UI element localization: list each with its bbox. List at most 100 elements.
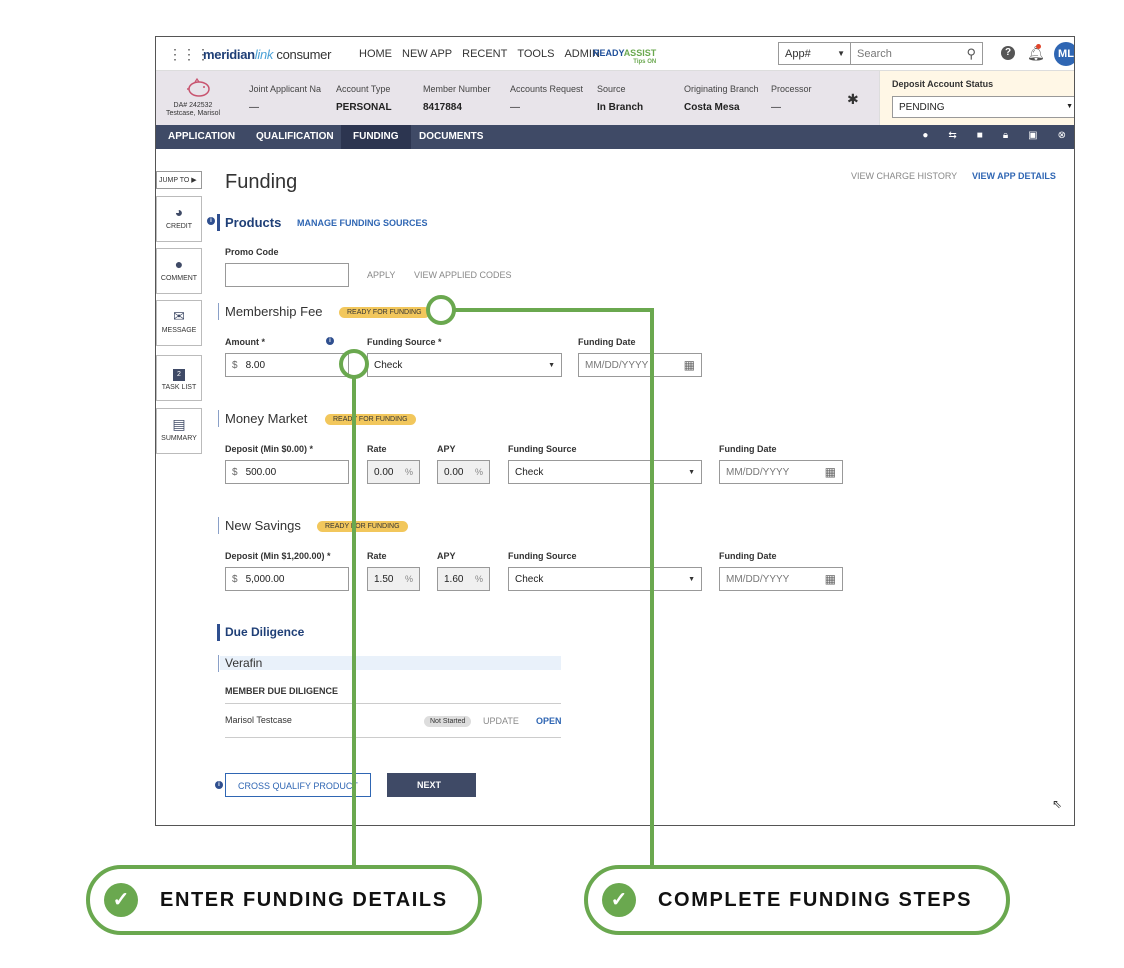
section-marker bbox=[218, 410, 219, 427]
section-marker bbox=[218, 303, 219, 320]
cross-qualify-button[interactable]: CROSS QUALIFY PRODUCT bbox=[225, 773, 371, 797]
rail-summary-button[interactable]: ▤ SUMMARY bbox=[156, 408, 202, 454]
nav-tools[interactable]: TOOLS bbox=[517, 48, 554, 60]
membership-amount-value: 8.00 bbox=[245, 360, 266, 371]
view-app-details-link[interactable]: VIEW APP DETAILS bbox=[972, 171, 1056, 181]
nav-recent[interactable]: RECENT bbox=[462, 48, 507, 60]
nav-home[interactable]: HOME bbox=[359, 48, 392, 60]
update-button[interactable]: UPDATE bbox=[483, 716, 519, 726]
tab-funding[interactable]: FUNDING bbox=[341, 125, 411, 149]
divider bbox=[225, 703, 561, 704]
jump-to-button[interactable]: JUMP TO ▶ bbox=[156, 171, 202, 189]
new-savings-rate-field: 1.50% bbox=[367, 567, 420, 591]
membership-funding-date-input[interactable]: MM/DD/YYYY ▦ bbox=[578, 353, 702, 377]
new-savings-funding-source-value: Check bbox=[515, 574, 544, 585]
tab-qualification[interactable]: QUALIFICATION bbox=[256, 131, 334, 142]
calendar-icon[interactable]: ▦ bbox=[825, 572, 836, 586]
header-label-account-type: Account Type bbox=[336, 84, 391, 94]
gear-icon[interactable]: ✱ bbox=[847, 91, 859, 108]
promo-code-input[interactable] bbox=[225, 263, 349, 287]
deposit-status-label: Deposit Account Status bbox=[892, 79, 994, 89]
logo[interactable]: meridianlink consumer bbox=[203, 47, 331, 62]
tips-status: Tips ON bbox=[633, 59, 657, 65]
status-badge: READY FOR FUNDING bbox=[325, 414, 416, 425]
section-marker bbox=[218, 655, 219, 672]
membership-amount-input[interactable]: $8.00 bbox=[225, 353, 349, 377]
apply-button[interactable]: APPLY bbox=[367, 270, 395, 280]
new-savings-funding-date-input[interactable]: MM/DD/YYYY ▦ bbox=[719, 567, 843, 591]
transfer-icon[interactable]: ⇆ bbox=[948, 130, 956, 141]
branch-icon[interactable]: ■ bbox=[977, 130, 983, 141]
percent-suffix: % bbox=[474, 467, 483, 477]
header-label-source: Source bbox=[597, 84, 626, 94]
envelope-icon: ✉ bbox=[173, 308, 185, 324]
calendar-icon[interactable]: ▦ bbox=[825, 465, 836, 479]
da-id: DA# 242532 Testcase, Marisol bbox=[156, 102, 230, 118]
deposit-status-select[interactable]: PENDING ▼ bbox=[892, 96, 1074, 118]
chevron-down-icon: ▼ bbox=[837, 49, 845, 58]
new-savings-funding-source-select[interactable]: Check ▼ bbox=[508, 567, 702, 591]
close-icon[interactable]: ⊗ bbox=[1058, 130, 1066, 141]
avatar[interactable]: ML bbox=[1054, 42, 1074, 66]
search-icon[interactable]: ⚲ bbox=[966, 46, 976, 62]
callout-complete-funding-steps: ✓ COMPLETE FUNDING STEPS bbox=[584, 865, 1010, 935]
new-savings-apy-field: 1.60% bbox=[437, 567, 490, 591]
status-badge: READY FOR FUNDING bbox=[317, 521, 408, 532]
apy-label: APY bbox=[437, 444, 456, 454]
person-icon[interactable]: ● bbox=[922, 130, 928, 141]
section-marker bbox=[218, 517, 219, 534]
page-title: Funding bbox=[225, 171, 298, 193]
deposit-label: Deposit (Min $0.00) * bbox=[225, 444, 314, 454]
header-value-accounts-requested: — bbox=[510, 102, 520, 113]
view-charge-history-link[interactable]: VIEW CHARGE HISTORY bbox=[851, 171, 957, 181]
manage-funding-sources-link[interactable]: MANAGE FUNDING SOURCES bbox=[297, 218, 428, 228]
rate-value: 1.50 bbox=[374, 574, 394, 585]
app-select-value: App# bbox=[785, 48, 811, 60]
app-number-select[interactable]: App# ▼ bbox=[778, 42, 851, 65]
date-placeholder: MM/DD/YYYY bbox=[726, 574, 790, 585]
deposit-status-value: PENDING bbox=[899, 102, 945, 113]
money-market-deposit-value: 500.00 bbox=[245, 467, 277, 478]
tab-application[interactable]: APPLICATION bbox=[168, 131, 235, 142]
callout-text-right: COMPLETE FUNDING STEPS bbox=[658, 889, 973, 911]
money-market-deposit-input[interactable]: $500.00 bbox=[225, 460, 349, 484]
money-market-funding-date-input[interactable]: MM/DD/YYYY ▦ bbox=[719, 460, 843, 484]
nav-new-app[interactable]: NEW APP bbox=[402, 48, 452, 60]
money-market-apy-field: 0.00% bbox=[437, 460, 490, 484]
new-savings-deposit-value: 5,000.00 bbox=[245, 574, 285, 585]
rail-credit-button[interactable]: ◕ CREDIT bbox=[156, 196, 202, 242]
currency-prefix: $ bbox=[232, 467, 238, 478]
info-icon[interactable]: i bbox=[207, 217, 215, 225]
new-savings-deposit-input[interactable]: $5,000.00 bbox=[225, 567, 349, 591]
search-input[interactable]: Search ⚲ bbox=[851, 42, 983, 65]
money-market-funding-source-select[interactable]: Check ▼ bbox=[508, 460, 702, 484]
rail-message-button[interactable]: ✉ MESSAGE bbox=[156, 300, 202, 346]
tab-documents[interactable]: DOCUMENTS bbox=[419, 131, 483, 142]
membership-funding-source-select[interactable]: Check ▼ bbox=[367, 353, 562, 377]
calendar-icon[interactable]: ▦ bbox=[684, 358, 695, 372]
tab-bar: APPLICATION QUALIFICATION FUNDING DOCUME… bbox=[156, 125, 1074, 149]
divider bbox=[225, 737, 561, 738]
open-button[interactable]: OPEN bbox=[536, 716, 562, 726]
app-window: ⋮⋮⋮ meridianlink consumer HOME NEW APP R… bbox=[155, 36, 1075, 826]
currency-prefix: $ bbox=[232, 360, 238, 371]
info-icon[interactable]: i bbox=[215, 781, 223, 789]
info-icon[interactable]: i bbox=[326, 337, 334, 345]
header-value-member-number: 8417884 bbox=[423, 102, 462, 113]
rail-task-list-button[interactable]: 2 TASK LIST bbox=[156, 355, 202, 401]
status-badge: Not Started bbox=[424, 716, 472, 727]
lock-icon[interactable]: 🔒︎ bbox=[1003, 130, 1008, 141]
member-name: Marisol Testcase bbox=[225, 715, 292, 725]
app-grid-icon[interactable]: ⋮⋮⋮ bbox=[168, 47, 210, 61]
rail-comment-button[interactable]: ● COMMENT bbox=[156, 248, 202, 294]
logo-text-product: consumer bbox=[276, 47, 332, 62]
rail-comment-label: COMMENT bbox=[160, 275, 198, 282]
verafin-header bbox=[220, 656, 561, 670]
help-icon[interactable]: ? bbox=[1001, 46, 1015, 60]
next-button[interactable]: NEXT bbox=[387, 773, 476, 797]
header-value-processor: — bbox=[771, 102, 781, 113]
readyassist-toggle[interactable]: READYASSIST Tips ON bbox=[593, 49, 656, 67]
save-icon[interactable]: ▣ bbox=[1028, 130, 1037, 141]
checkmark-icon: ✓ bbox=[602, 883, 636, 917]
view-applied-codes-link[interactable]: VIEW APPLIED CODES bbox=[414, 270, 512, 280]
